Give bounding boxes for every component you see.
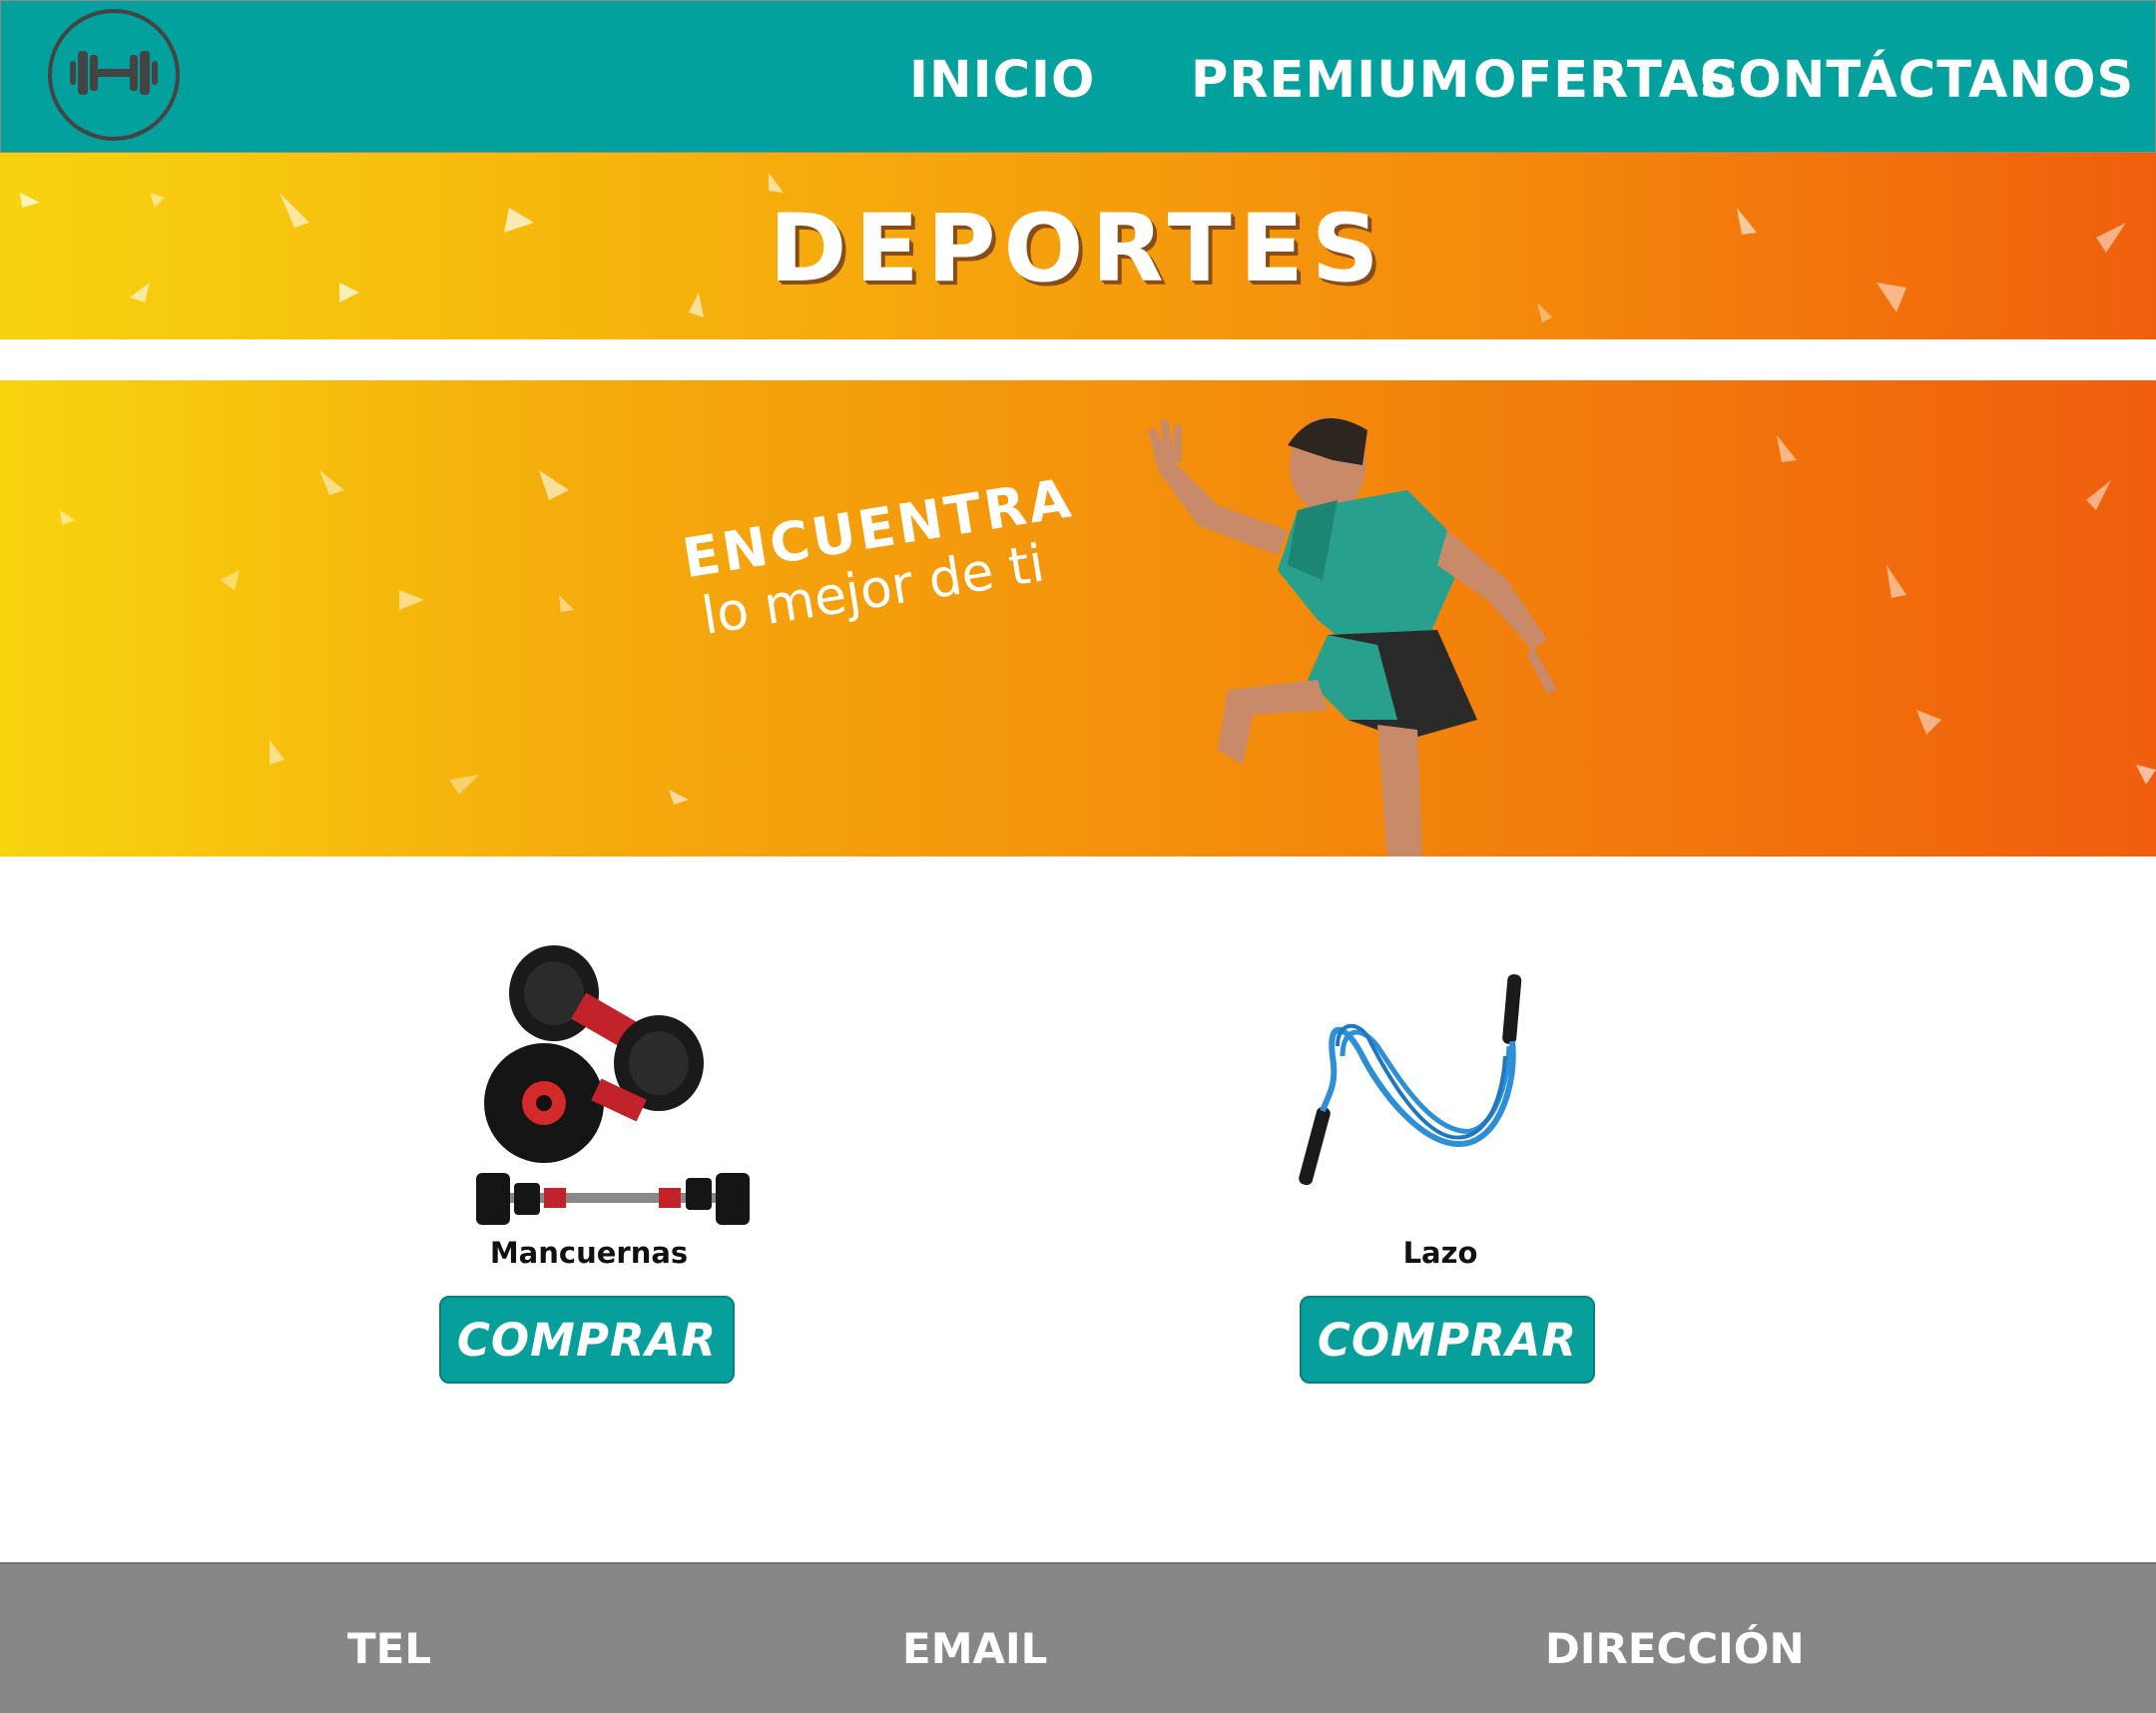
footer: TEL EMAIL DIRECCIÓN <box>0 1562 2156 1713</box>
hero-banner: ENCUENTRA lo mejor de ti <box>0 380 2156 856</box>
nav-contactanos-link[interactable]: CONTÁCTANOS <box>1700 51 2134 111</box>
product-name-lazo: Lazo <box>1402 1236 1478 1270</box>
product-grid: Mancuernas COMPRAR Lazo COMPRAR <box>0 856 2156 1562</box>
page-title: DEPORTES <box>769 195 1387 303</box>
footer-address[interactable]: DIRECCIÓN <box>1545 1624 1805 1674</box>
product-image-lazo[interactable] <box>1288 966 1537 1216</box>
top-navbar: INICIO PREMIUM OFERTAS CONTÁCTANOS <box>0 0 2156 153</box>
dumbbell-icon <box>62 43 166 107</box>
logo[interactable] <box>48 9 180 141</box>
product-name-mancuernas: Mancuernas <box>489 1236 689 1270</box>
footer-email[interactable]: EMAIL <box>902 1624 1047 1674</box>
footer-tel[interactable]: TEL <box>347 1624 431 1674</box>
nav-inicio-link[interactable]: INICIO <box>909 51 1095 111</box>
category-banner: DEPORTES <box>0 153 2156 339</box>
runner-image <box>1148 417 1557 856</box>
nav-ofertas-link[interactable]: OFERTAS <box>1473 51 1737 111</box>
product-image-mancuernas[interactable] <box>454 938 774 1238</box>
nav-premium-link[interactable]: PREMIUM <box>1191 51 1470 111</box>
buy-button-lazo[interactable]: COMPRAR <box>1300 1296 1595 1384</box>
buy-button-mancuernas[interactable]: COMPRAR <box>439 1296 735 1384</box>
